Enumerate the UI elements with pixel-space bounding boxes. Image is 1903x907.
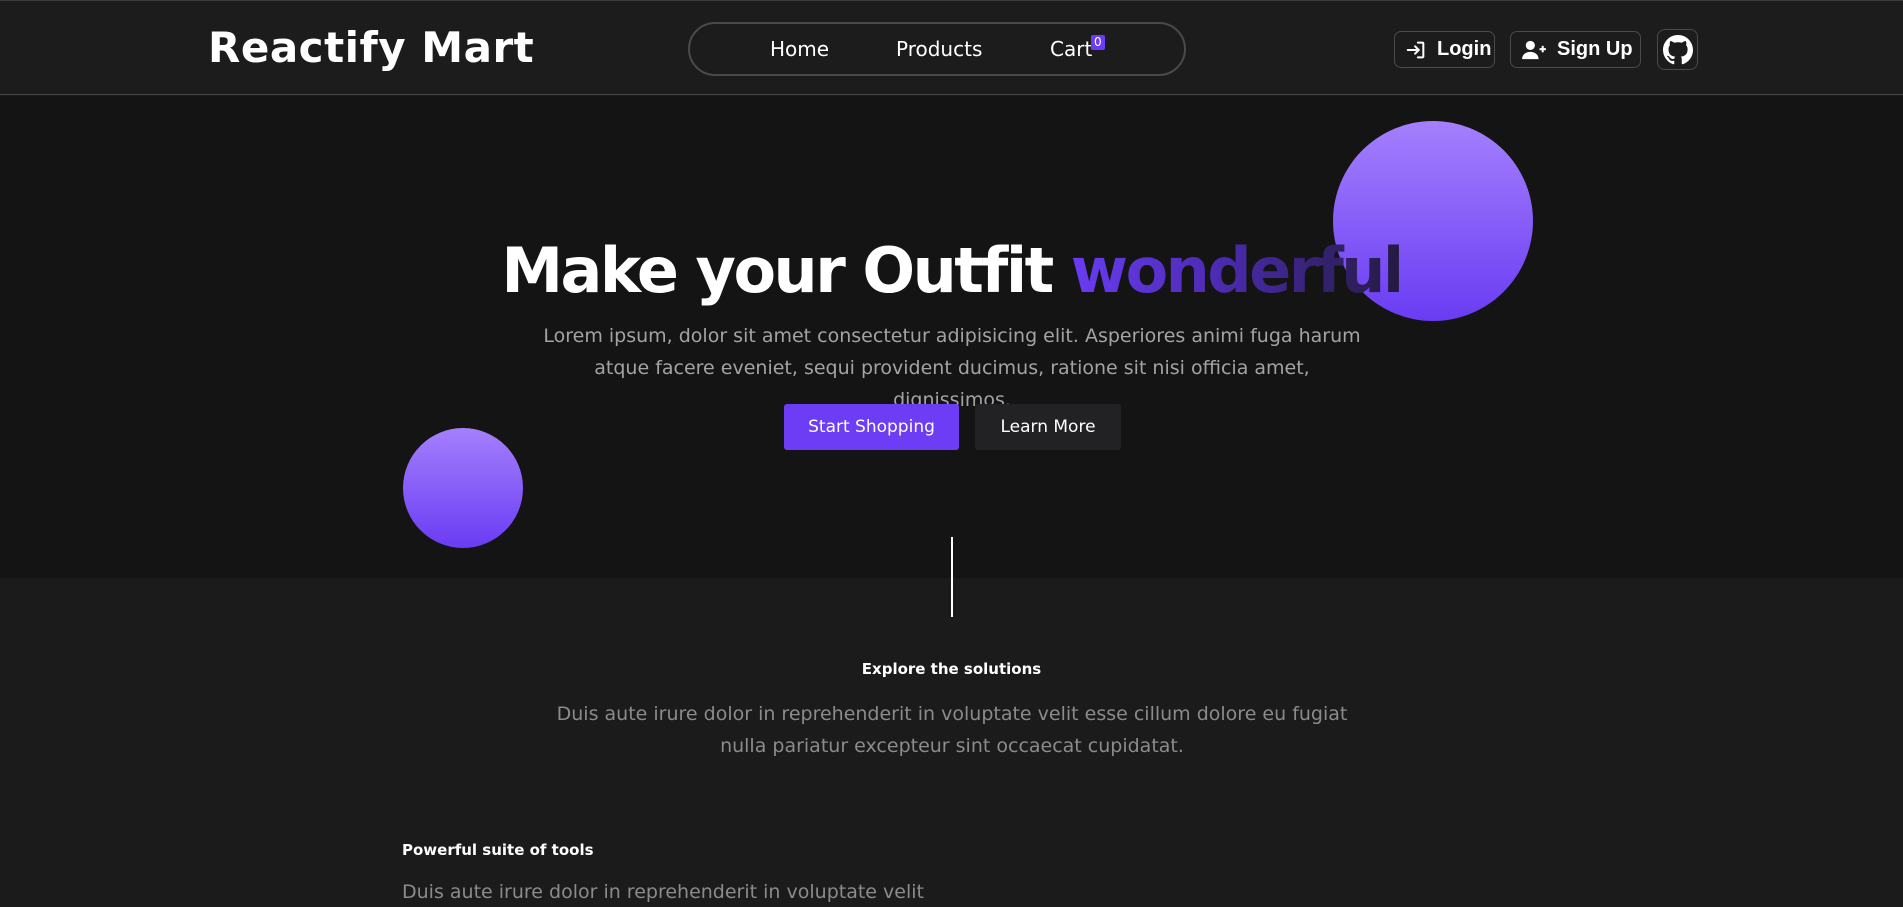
start-shopping-button[interactable]: Start Shopping [784, 404, 959, 450]
navbar: Reactify Mart Home Products Cart 0 Login… [0, 0, 1903, 95]
login-icon [1406, 41, 1425, 58]
nav-links: Home Products Cart 0 [688, 22, 1186, 76]
signup-label: Sign Up [1557, 38, 1633, 60]
hero-title-main: Make your Outfit [501, 234, 1071, 307]
nav-link-cart[interactable]: Cart [1050, 37, 1092, 61]
cart-count-badge: 0 [1091, 35, 1105, 50]
user-plus-icon [1522, 40, 1546, 59]
github-icon [1662, 34, 1693, 64]
nav-link-home[interactable]: Home [770, 37, 829, 61]
login-label: Login [1437, 38, 1492, 60]
section-divider-line [951, 537, 953, 617]
brand-logo[interactable]: Reactify Mart [208, 23, 534, 72]
tools-description: Duis aute irure dolor in reprehenderit i… [402, 881, 924, 903]
signup-button[interactable]: Sign Up [1510, 31, 1641, 68]
learn-more-button[interactable]: Learn More [975, 404, 1121, 450]
hero-title-accent: wonderful [1070, 234, 1404, 307]
hero-title: Make your Outfit wonderful [0, 234, 1903, 307]
nav-link-products[interactable]: Products [896, 37, 982, 61]
hero-description: Lorem ipsum, dolor sit amet consectetur … [543, 325, 1361, 411]
decorative-circle-small [403, 428, 523, 548]
solutions-description: Duis aute irure dolor in reprehenderit i… [556, 703, 1348, 757]
solutions-heading: Explore the solutions [861, 660, 1042, 678]
github-button[interactable] [1657, 29, 1698, 70]
login-button[interactable]: Login [1394, 31, 1495, 68]
tools-heading: Powerful suite of tools [402, 841, 594, 859]
